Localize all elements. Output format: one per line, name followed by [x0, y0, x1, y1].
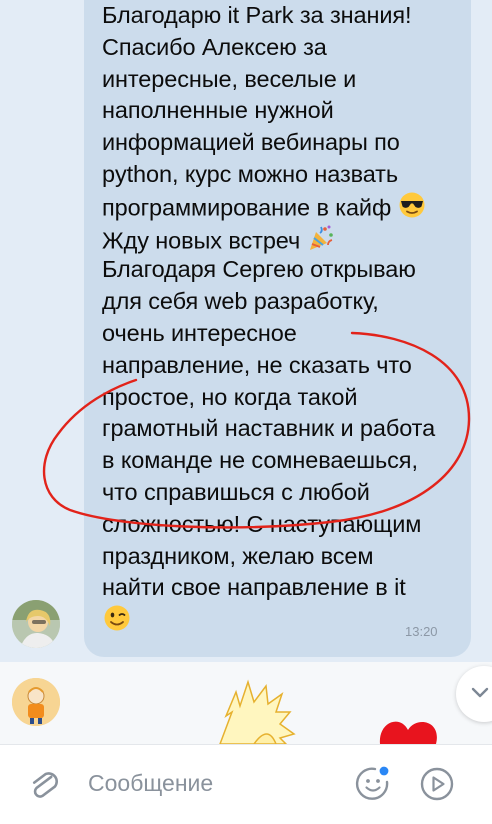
play-circle-icon[interactable] [418, 765, 456, 803]
message-line: праздником, желаю всем [102, 542, 374, 569]
sunglasses-emoji-icon [397, 191, 427, 228]
message-composer [0, 744, 492, 824]
message-line: python, курс можно назвать [102, 160, 398, 187]
message-line: направление, не сказать что [102, 351, 412, 378]
message-line: грамотный наставник и работа [102, 415, 436, 442]
message-input[interactable] [88, 765, 328, 801]
message-line: Спасибо Алексею за [102, 33, 327, 60]
chevron-down-icon [470, 685, 490, 704]
message-line-text: программирование в кайф [102, 194, 392, 221]
smiley-sticker-icon[interactable] [354, 765, 392, 803]
winking-emoji-icon [102, 604, 132, 641]
message-timestamp: 13:20 [405, 624, 438, 639]
sender-avatar[interactable] [12, 600, 60, 648]
message-line: информацией вебинары по [102, 129, 400, 156]
message-line: Благодаря Сергею открываю [102, 256, 416, 283]
paperclip-icon[interactable] [26, 767, 62, 803]
message-line: в команде не сомневаешься, [102, 447, 418, 474]
message-line-with-emoji: программирование в кайф [102, 191, 464, 223]
sticker-image[interactable] [210, 672, 470, 744]
message-line: интересные, веселые и [102, 65, 357, 92]
message-line-text: Жду новых встреч [102, 227, 301, 254]
message-line: сложностью! С наступающим [102, 510, 422, 537]
next-sender-avatar[interactable] [12, 678, 60, 726]
message-line: найти свое направление в it [102, 574, 406, 601]
message-text: Благодарю it Park за знания! Спасибо Але… [102, 0, 464, 636]
message-line: что справишься с любой [102, 478, 370, 505]
message-line: наполненные нужной [102, 97, 334, 124]
message-line: очень интересное [102, 319, 297, 346]
message-line: простое, но когда такой [102, 383, 358, 410]
message-line: Благодарю it Park за знания! [102, 2, 412, 28]
message-line: для себя web разработку, [102, 288, 379, 315]
